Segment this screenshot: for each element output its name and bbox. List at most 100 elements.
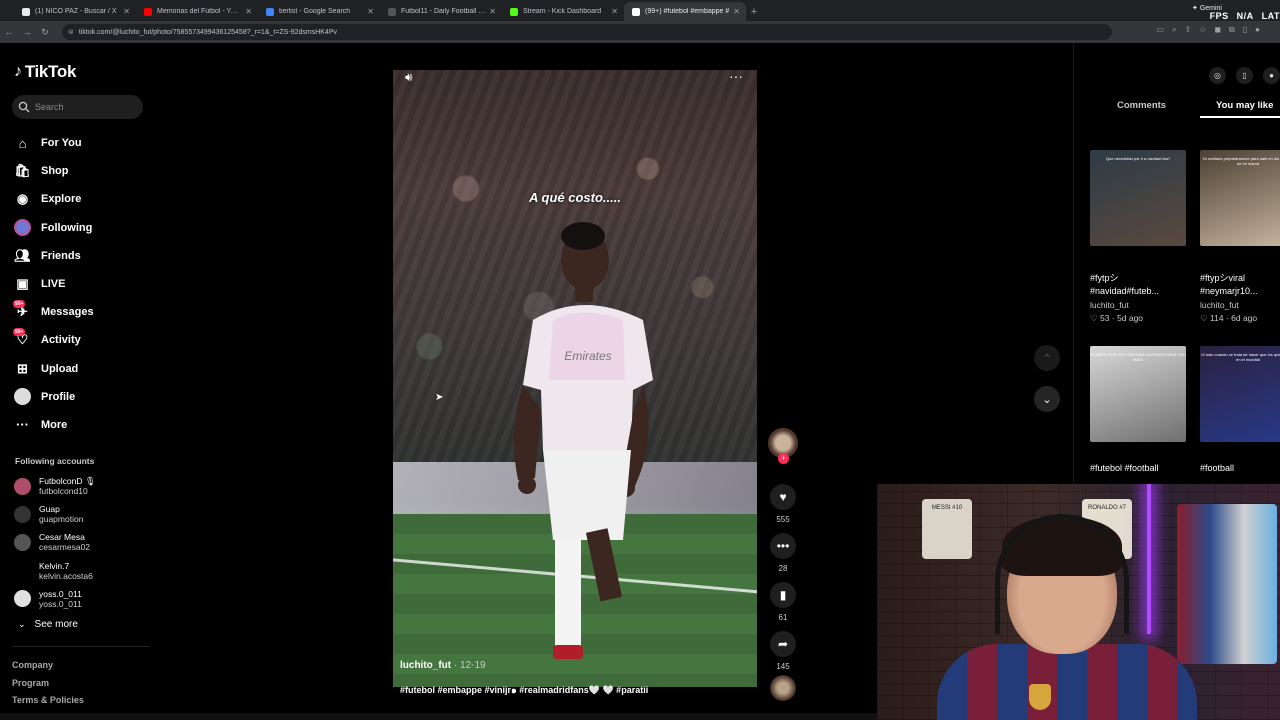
card-stats: ♡ 53 · 5d ago — [1090, 313, 1144, 323]
video-author[interactable]: luchito_fut — [400, 660, 451, 671]
music-disc-icon[interactable] — [770, 675, 796, 701]
share-action[interactable]: ➦ 145 — [768, 631, 798, 674]
share-count: 145 — [776, 662, 790, 671]
new-tab-button[interactable]: + — [746, 2, 762, 21]
thumbnail-text: Que necesidad por ir a navidad iba? — [1105, 156, 1171, 161]
nav-label: Messages — [41, 306, 94, 319]
video-player[interactable]: Emirates A qué costo..... 🔊︎ ··· — [393, 70, 757, 687]
footer-link-terms[interactable]: Terms & Policies — [12, 695, 84, 713]
footer-link-program[interactable]: Program — [12, 678, 84, 696]
share-icon[interactable]: ⇪ — [1185, 25, 1192, 35]
like-action[interactable]: ♥ 555 — [768, 484, 798, 527]
close-tab-icon[interactable]: ✕ — [611, 7, 618, 16]
browser-tab[interactable]: Futbol11 - Daily Football Games ✕ — [380, 2, 502, 21]
extensions-puzzle-icon[interactable]: ⧉ — [1229, 25, 1235, 35]
nav-item-upload[interactable]: ⊞ Upload — [0, 355, 160, 383]
following-accounts-heading: Following accounts — [15, 456, 95, 466]
video-thumbnail[interactable]: Que necesidad por ir a navidad iba? — [1090, 150, 1186, 246]
forward-button[interactable]: → — [18, 23, 36, 41]
zoom-icon[interactable]: ⌕ — [1172, 25, 1176, 35]
following-account[interactable]: Cesar Mesa cesarmesa02 — [14, 528, 96, 556]
profile-icon[interactable]: ● — [1255, 25, 1260, 35]
bookmark-star-icon[interactable]: ☆ — [1199, 25, 1206, 35]
right-panel-tabs: Comments You may like — [1074, 98, 1280, 118]
nav-item-live[interactable]: ▣ LIVE — [0, 270, 160, 298]
account-handle: cesarmesa02 — [39, 542, 91, 553]
browser-tab[interactable]: tierlist - Google Search ✕ — [258, 2, 380, 21]
tab-you-may-like[interactable]: You may like — [1216, 98, 1273, 111]
browser-tab[interactable]: Stream - Kick Dashboard ✕ — [502, 2, 624, 21]
account-handle: futbolcond10 — [39, 486, 88, 497]
account-name: yoss.0_011 — [39, 588, 82, 599]
account-handle: kelvin.acosta6 — [39, 570, 93, 581]
card-user[interactable]: luchito_fut — [1200, 300, 1280, 310]
nav-label: Friends — [41, 249, 81, 262]
device-icon[interactable]: ▯ — [1236, 67, 1253, 84]
nav-item-following[interactable]: ● Following — [0, 214, 160, 242]
following-account[interactable]: Kelvin.7 kelvin.acosta6 — [14, 557, 96, 585]
nav-item-profile[interactable]: ● Profile — [0, 383, 160, 411]
nav-item-more[interactable]: ··· More — [0, 411, 160, 439]
comment-action[interactable]: ••• 28 — [768, 533, 798, 576]
footer-link-company[interactable]: Company — [12, 660, 84, 678]
video-thumbnail[interactable]: Vi todo cuando se trata de hacer que los… — [1200, 346, 1280, 442]
nav-item-messages[interactable]: ✈ Messages 99+ — [0, 298, 160, 326]
following-account[interactable]: Guap guapmotion — [14, 500, 96, 528]
save-action[interactable]: ▮ 61 — [768, 582, 798, 625]
user-avatar-icon[interactable]: ● — [1263, 67, 1280, 84]
active-tab-indicator — [1200, 116, 1280, 118]
video-hashtags[interactable]: #futebol #embappe #viniјr๑ #realmadridfa… — [400, 683, 648, 697]
sidebar-icon[interactable]: ▯ — [1243, 25, 1247, 35]
webcam-overlay: MESSI #10 RONALDO #7 — [877, 484, 1280, 720]
save-count: 61 — [778, 613, 788, 622]
tab-comments[interactable]: Comments — [1117, 98, 1166, 111]
nav-item-for-you[interactable]: ⌂ For You — [0, 129, 160, 157]
video-thumbnail[interactable]: Yo mañana preparándome para salir en los… — [1200, 150, 1280, 246]
tab-favicon-icon — [388, 7, 396, 16]
close-tab-icon[interactable]: ✕ — [733, 7, 740, 16]
following-account[interactable]: yoss.0_011 yoss.0_011 — [14, 585, 96, 613]
browser-tab[interactable]: (99+) #futebol #embappe # ✕ — [624, 2, 746, 21]
explore-compass-icon[interactable]: ◎ — [1209, 67, 1226, 84]
follow-plus-icon[interactable]: + — [778, 453, 789, 464]
see-more-button[interactable]: ⌄ See more — [18, 619, 78, 630]
video-caption-overlay: A qué costo..... — [529, 190, 621, 205]
volume-icon[interactable]: 🔊︎ — [405, 70, 413, 85]
svg-text:Emirates: Emirates — [564, 349, 611, 363]
account-handle: guapmotion — [39, 514, 84, 525]
close-tab-icon[interactable]: ✕ — [367, 7, 374, 16]
thumbnail-text: 50 AÑOS POR PRA TREINAR AGORA EU NEM VOU… — [1090, 352, 1186, 362]
suggested-video-card[interactable]: 50 AÑOS POR PRA TREINAR AGORA EU NEM VOU… — [1090, 346, 1188, 475]
back-button[interactable]: ← — [0, 23, 18, 41]
nav-item-friends[interactable]: 👥︎ Friends — [0, 242, 160, 270]
suggested-video-card[interactable]: Vi todo cuando se trata de hacer que los… — [1200, 346, 1280, 475]
profile-icon: ● — [14, 388, 31, 406]
close-tab-icon[interactable]: ✕ — [245, 7, 252, 16]
author-avatar[interactable]: + — [768, 428, 798, 464]
following-account[interactable]: FutbolconD 🎙 futbolcond10 — [14, 472, 96, 500]
browser-tab[interactable]: Memorias del Fútbol - YouTube ✕ — [136, 2, 258, 21]
nav-label: Following — [41, 221, 93, 234]
search-input[interactable]: Search — [12, 95, 143, 119]
browser-tab[interactable]: (1) NICO PAZ - Buscar / X ✕ — [14, 2, 136, 21]
previous-video-button[interactable]: ⌃ — [1034, 345, 1060, 371]
cast-icon[interactable]: ▭ — [1156, 25, 1164, 35]
next-video-button[interactable]: ⌄ — [1034, 386, 1060, 412]
close-tab-icon[interactable]: ✕ — [123, 7, 130, 16]
nav-label: Shop — [41, 165, 69, 178]
more-options-icon[interactable]: ··· — [729, 70, 743, 84]
card-user[interactable]: luchito_fut — [1090, 300, 1188, 310]
nav-item-explore[interactable]: ◉ Explore — [0, 185, 160, 213]
suggested-video-card[interactable]: Que necesidad por ir a navidad iba? #fytp… — [1090, 150, 1188, 324]
extension-icon[interactable]: ◼ — [1214, 25, 1221, 35]
tiktok-logo[interactable]: ♪ TikTok — [14, 62, 76, 82]
tiktok-note-icon: ♪ — [14, 63, 22, 80]
suggested-video-card[interactable]: Yo mañana preparándome para salir en los… — [1200, 150, 1280, 324]
nav-item-shop[interactable]: 🛍︎ Shop — [0, 157, 160, 185]
video-thumbnail[interactable]: 50 AÑOS POR PRA TREINAR AGORA EU NEM VOU… — [1090, 346, 1186, 442]
site-info-icon[interactable]: ⊜ — [68, 28, 74, 36]
url-field[interactable]: ⊜ tiktok.com/@luchito_fut/photo/75855734… — [62, 24, 1112, 40]
nav-item-activity[interactable]: ♡ Activity 99+ — [0, 326, 160, 354]
reload-button[interactable]: ↻ — [36, 23, 54, 41]
close-tab-icon[interactable]: ✕ — [489, 7, 496, 16]
